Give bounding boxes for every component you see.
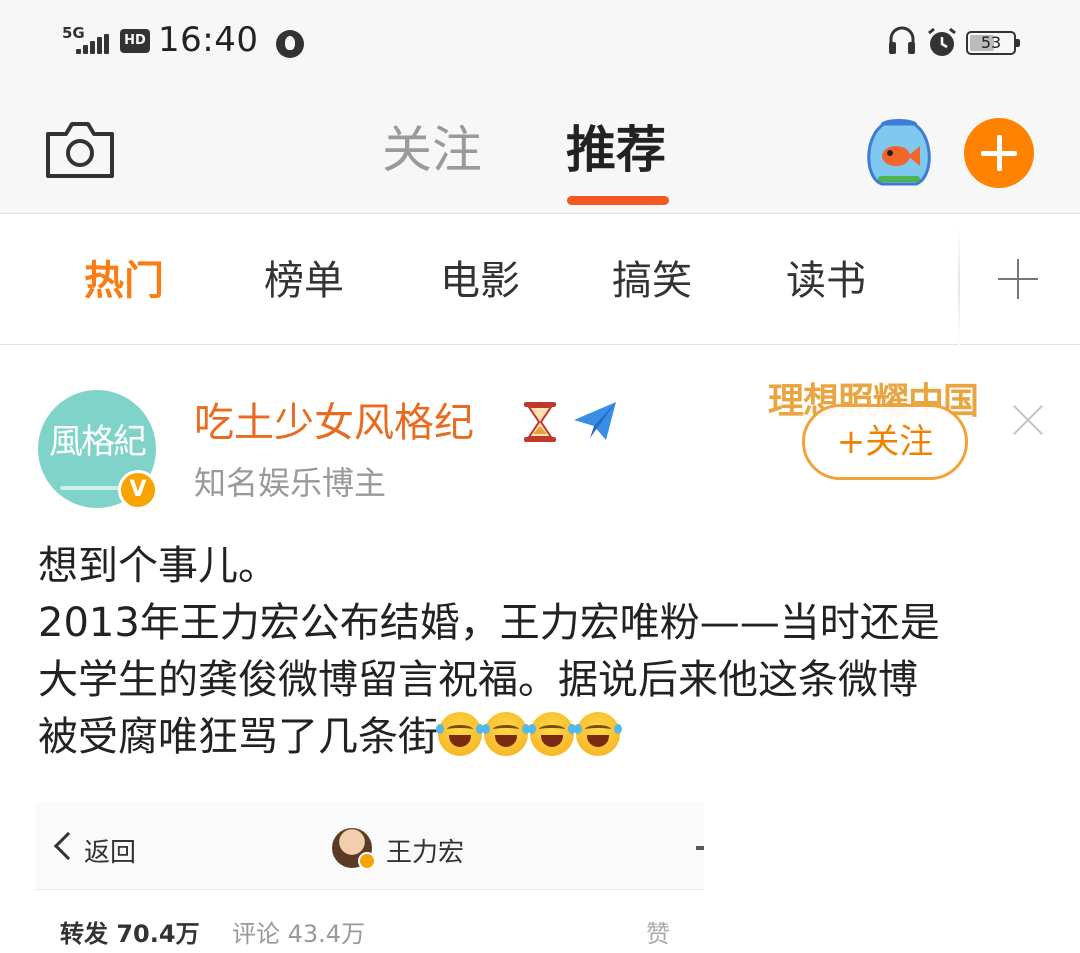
feed-post: 風格紀 V 吃土少女风格纪 知名娱乐博主 理想照耀中国 +关注 想到个事儿。 2… [0,346,1080,953]
add-category-plus-icon[interactable] [998,259,1038,299]
category-movie[interactable]: 电影 [440,255,520,307]
hourglass-icon [524,402,556,442]
top-nav: 关注 推荐 [0,88,1080,214]
category-books[interactable]: 读书 [786,255,866,307]
author-title: 知名娱乐博主 [194,464,387,502]
tab-recommend[interactable]: 推荐 [566,118,666,182]
paper-plane-icon [574,402,616,440]
headphone-icon [889,26,915,54]
battery-level: 53 [980,33,1002,52]
close-icon[interactable] [1012,404,1044,436]
post-content[interactable]: 想到个事儿。 2013年王力宏公布结婚，王力宏唯粉——当时还是 大学生的龚俊微博… [38,538,1048,766]
embedded-back-label: 返回 [84,838,137,868]
network-type: 5G [62,24,85,42]
category-divider [958,225,960,345]
laugh-cry-emoji-icon [436,712,484,756]
embedded-like-count: 赞 49 [646,920,677,953]
camera-icon[interactable] [44,120,116,180]
battery-icon: 53 [966,31,1020,55]
content-line: 2013年王力宏公布结婚，王力宏唯粉——当时还是 [38,600,940,646]
category-bar: 热门 榜单 电影 搞笑 读书 [0,215,1080,345]
tab-follow[interactable]: 关注 [382,118,482,182]
verified-badge-icon: V [118,470,158,510]
app-notification-icon [276,30,304,58]
more-icon [696,846,704,850]
embedded-comment-count: 评论 43.4万 [232,920,366,948]
embedded-avatar [332,828,376,870]
status-bar: 5G HD 16:40 53 [0,0,1080,88]
alarm-icon [928,27,956,56]
content-line: 大学生的龚俊微博留言祝福。据说后来他这条微博 [38,657,918,703]
laugh-cry-emoji-icon [528,712,576,756]
fishbowl-icon[interactable] [860,116,938,188]
status-time: 16:40 [158,20,259,60]
category-hot[interactable]: 热门 [84,255,164,307]
signal-icon: 5G [62,24,112,58]
follow-button[interactable]: +关注 [802,404,968,480]
embedded-user-name: 王力宏 [386,838,465,868]
author-name[interactable]: 吃土少女风格纪 [194,398,474,448]
category-funny[interactable]: 搞笑 [612,255,692,307]
embedded-repost-count: 转发 70.4万 [60,920,200,948]
active-tab-indicator [567,196,669,205]
embedded-header: 返回 王力宏 [36,802,704,890]
laugh-cry-emoji-icon [482,712,530,756]
post-image[interactable]: 返回 王力宏 转发 70.4万 评论 43.4万 赞 49 [36,802,704,953]
back-chevron-icon [53,831,83,861]
content-line: 被受腐唯狂骂了几条街 [38,714,438,760]
laugh-cry-emoji-icon [574,712,622,756]
avatar-logo-text: 風格紀 [49,422,147,462]
compose-plus-button[interactable] [964,118,1034,188]
content-line: 想到个事儿。 [38,543,278,589]
hd-icon: HD [120,29,150,53]
category-ranking[interactable]: 榜单 [264,255,344,307]
content-line-last: 被受腐唯狂骂了几条街 [38,709,1048,766]
